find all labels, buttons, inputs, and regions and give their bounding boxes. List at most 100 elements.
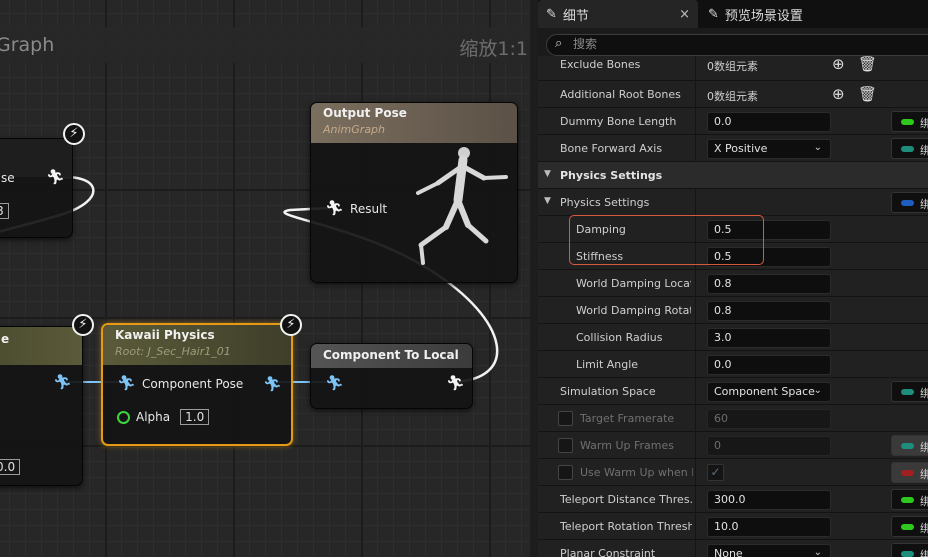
- details-property-list: Exclude Bones 0数组元素 ⊕ 🗑︎ Additional Root…: [538, 56, 928, 557]
- search-bar[interactable]: ⌕: [546, 34, 928, 56]
- property-row-collision-radius: Collision Radius 3.0: [538, 324, 928, 351]
- planar-constraint-dropdown[interactable]: None ⌄: [707, 544, 831, 557]
- node-component-to-local[interactable]: Component To Local 🏃︎ 🏃︎: [310, 343, 473, 409]
- component-pose-output-pin-icon[interactable]: 🏃︎: [263, 377, 282, 392]
- property-row-teleport-rotation-threshold: Teleport Rotation Thresh... 10.0 绑: [538, 513, 928, 540]
- binding-button[interactable]: 绑: [891, 489, 928, 510]
- property-row-limit-angle: Limit Angle 0.0: [538, 351, 928, 378]
- alpha-pin-icon[interactable]: [117, 410, 130, 424]
- anim-graph-canvas[interactable]: Graph 缩放1:1 se 🏃︎ 8 ⚡︎ e 🏃︎ 0.0 ⚡︎ Outpu…: [0, 0, 538, 557]
- property-label: Simulation Space: [560, 385, 656, 398]
- binding-button[interactable]: 绑: [891, 138, 928, 159]
- world-damping-rotation-field[interactable]: 0.8: [707, 301, 831, 321]
- property-label: Target Framerate: [580, 412, 675, 425]
- property-label: Additional Root Bones: [560, 88, 681, 101]
- node-left-bottom-value[interactable]: 0.0: [0, 459, 21, 475]
- property-label: Collision Radius: [576, 331, 663, 344]
- override-checkbox[interactable]: [558, 465, 573, 480]
- close-tab-icon[interactable]: ×: [679, 7, 690, 22]
- collision-radius-field[interactable]: 3.0: [707, 328, 831, 348]
- property-label: Teleport Rotation Thresh...: [560, 520, 692, 533]
- binding-button[interactable]: 绑: [891, 381, 928, 402]
- ctl-output-pin-icon[interactable]: 🏃︎: [446, 376, 465, 391]
- property-row-planar-constraint: Planar Constraint None ⌄ 绑: [538, 540, 928, 557]
- chevron-down-icon: ⌄: [813, 547, 822, 557]
- result-pin-icon[interactable]: 🏃︎: [325, 201, 344, 216]
- node-kawaii-subtitle: Root: J_Sec_Hair1_01: [115, 345, 231, 358]
- node-output-pose[interactable]: Output Pose AnimGraph 🏃︎ Result: [310, 102, 518, 283]
- binding-button[interactable]: 绑: [891, 516, 928, 537]
- simulation-space-dropdown[interactable]: Component Space ⌄: [707, 382, 831, 402]
- damping-field[interactable]: 0.5: [707, 220, 831, 240]
- node-output-pose-header: Output Pose AnimGraph: [311, 103, 517, 143]
- tab-preview-scene-settings[interactable]: ✎ 预览场景设置: [700, 0, 811, 28]
- component-pose-pin-label: Component Pose: [142, 376, 244, 391]
- warm-up-frames-field[interactable]: 0: [707, 436, 831, 456]
- property-row-bone-forward-axis: Bone Forward Axis X Positive ⌄ 绑: [538, 135, 928, 162]
- ctl-input-pin-icon[interactable]: 🏃︎: [325, 376, 344, 391]
- node-output-pose-title: Output Pose: [323, 106, 407, 120]
- result-pin-label: Result: [350, 201, 388, 216]
- component-pose-input-pin-icon[interactable]: 🏃︎: [117, 376, 136, 391]
- fast-path-lightning-icon: ⚡︎: [72, 314, 94, 336]
- delete-icon[interactable]: 🗑︎: [858, 56, 877, 73]
- property-value: 0数组元素: [707, 60, 758, 73]
- tab-preview-label: 预览场景设置: [724, 8, 803, 24]
- property-label: Physics Settings: [560, 196, 650, 209]
- binding-button[interactable]: 绑: [891, 543, 928, 557]
- override-checkbox[interactable]: [558, 411, 573, 426]
- pose-output-pin-icon[interactable]: 🏃︎: [53, 375, 72, 390]
- dummy-bone-length-field[interactable]: 0.0: [707, 112, 831, 132]
- binding-button[interactable]: 绑: [891, 435, 928, 456]
- property-row-world-damping-rotation: World Damping Rotati... 0.8: [538, 297, 928, 324]
- node-kawaii-header: Kawaii Physics Root: J_Sec_Hair1_01: [103, 325, 291, 365]
- node-left-top[interactable]: se 🏃︎ 8: [0, 138, 73, 238]
- search-input[interactable]: [573, 37, 873, 51]
- property-row-additional-root-bones: Additional Root Bones 0数组元素 ⊕ 🗑︎: [538, 81, 928, 108]
- node-ctl-title: Component To Local: [323, 348, 459, 362]
- delete-icon[interactable]: 🗑︎: [858, 85, 877, 103]
- property-label: Damping: [576, 223, 626, 236]
- pencil-icon: ✎: [546, 6, 557, 22]
- add-element-icon[interactable]: ⊕: [832, 85, 845, 103]
- node-left-top-value[interactable]: 8: [0, 203, 9, 219]
- bone-forward-axis-dropdown[interactable]: X Positive ⌄: [707, 139, 831, 159]
- alpha-value-field[interactable]: 1.0: [180, 409, 210, 425]
- teleport-distance-field[interactable]: 300.0: [707, 490, 831, 510]
- graph-scrollbar[interactable]: [530, 0, 538, 557]
- property-label: World Damping Locati...: [576, 277, 691, 290]
- binding-button[interactable]: 绑: [891, 462, 928, 483]
- property-row-simulation-space: Simulation Space Component Space ⌄ 绑: [538, 378, 928, 405]
- binding-button[interactable]: 绑: [891, 111, 928, 132]
- property-row-stiffness: Stiffness 0.5: [538, 243, 928, 270]
- override-checkbox[interactable]: [558, 438, 573, 453]
- pose-pin-icon[interactable]: 🏃︎: [46, 170, 65, 185]
- add-element-icon[interactable]: ⊕: [832, 56, 845, 73]
- binding-button[interactable]: 绑: [891, 192, 928, 213]
- expand-caret-icon: ▼: [544, 196, 551, 206]
- teleport-rotation-field[interactable]: 10.0: [707, 517, 831, 537]
- mannequin-running-icon: [416, 147, 508, 265]
- node-left-bottom[interactable]: e 🏃︎ 0.0: [0, 326, 83, 486]
- category-label: Physics Settings: [560, 169, 663, 182]
- stiffness-field[interactable]: 0.5: [707, 247, 831, 267]
- property-label: Warm Up Frames: [580, 439, 674, 452]
- tab-details-label: 细节: [562, 8, 589, 24]
- node-left-bottom-title: e: [1, 332, 10, 346]
- limit-angle-field[interactable]: 0.0: [707, 355, 831, 375]
- category-physics-settings[interactable]: ▼ Physics Settings: [538, 162, 928, 189]
- property-row-warm-up-frames: Warm Up Frames 0 绑: [538, 432, 928, 459]
- property-row-use-warm-up-when-reset: Use Warm Up when Re ✓ 绑: [538, 459, 928, 486]
- pencil-icon: ✎: [708, 6, 719, 22]
- tab-details[interactable]: ✎ 细节 ×: [538, 0, 698, 28]
- node-kawaii-physics[interactable]: Kawaii Physics Root: J_Sec_Hair1_01 🏃︎ C…: [101, 323, 293, 446]
- property-row-physics-settings-struct[interactable]: ▼ Physics Settings 绑: [538, 189, 928, 216]
- world-damping-location-field[interactable]: 0.8: [707, 274, 831, 294]
- use-warm-up-checkbox[interactable]: ✓: [707, 464, 724, 481]
- target-framerate-field[interactable]: 60: [707, 409, 831, 429]
- property-label: Dummy Bone Length: [560, 115, 677, 128]
- node-left-top-pin-label: se: [1, 171, 15, 185]
- property-row-dummy-bone-length: Dummy Bone Length 0.0 绑: [538, 108, 928, 135]
- search-icon: ⌕: [555, 36, 563, 51]
- property-label: Exclude Bones: [560, 58, 641, 71]
